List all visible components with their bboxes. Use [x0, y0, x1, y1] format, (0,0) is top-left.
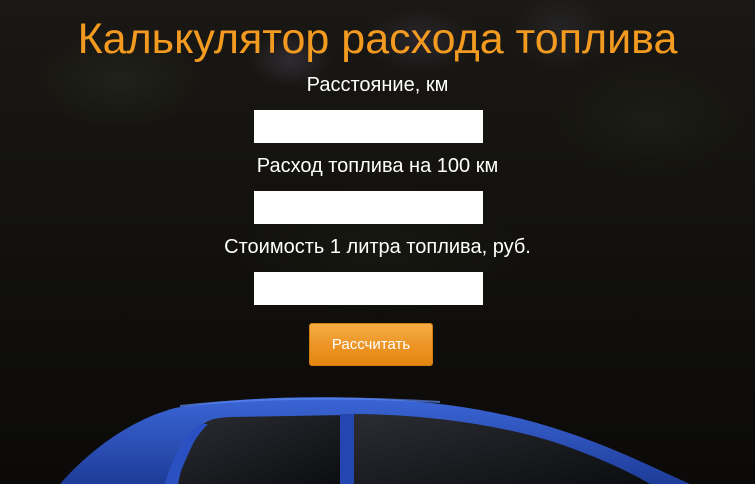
- fuel-price-label: Стоимость 1 литра топлива, руб.: [224, 236, 531, 258]
- consumption-label: Расход топлива на 100 км: [256, 155, 499, 177]
- consumption-input[interactable]: [254, 191, 483, 224]
- fuel-price-input[interactable]: [254, 272, 483, 305]
- page-title: Калькулятор расхода топлива: [77, 15, 678, 63]
- distance-label: Расстояние, км: [306, 74, 449, 96]
- distance-input[interactable]: [254, 110, 483, 143]
- calculate-button[interactable]: Рассчитать: [309, 323, 433, 366]
